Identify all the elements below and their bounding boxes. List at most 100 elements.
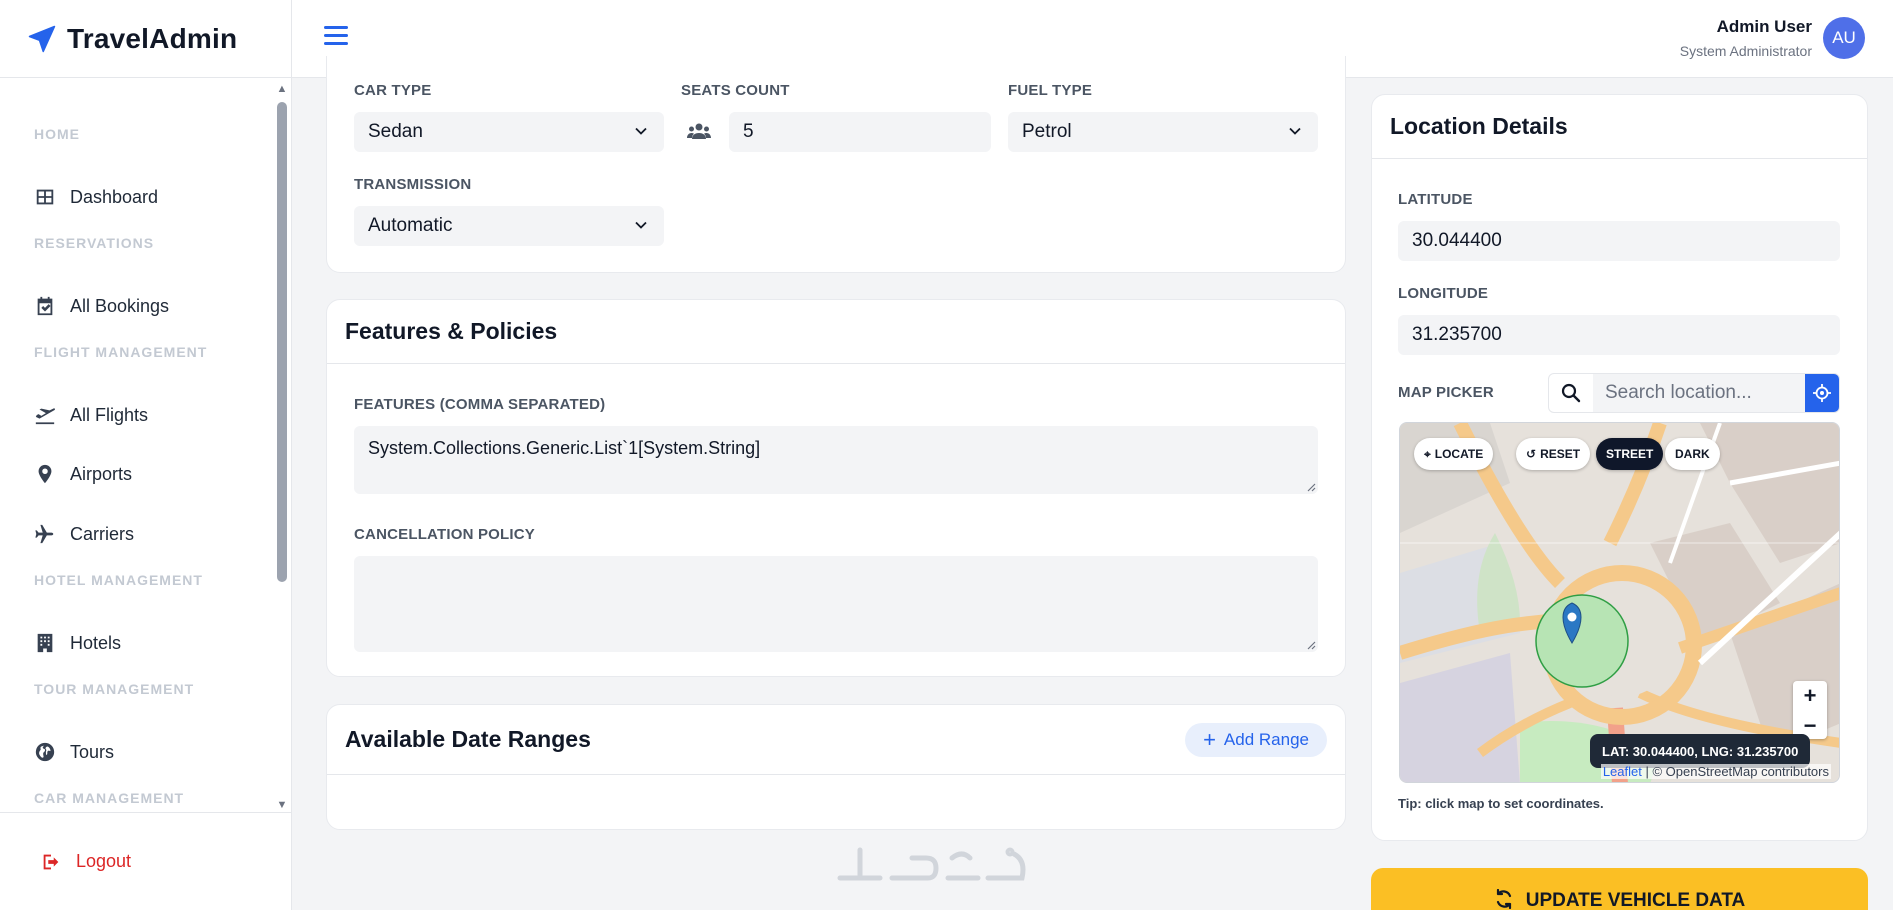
- zoom-controls: + −: [1793, 681, 1827, 739]
- scrollbar-thumb[interactable]: [277, 102, 287, 582]
- map-attribution: Leaflet | © OpenStreetMap contributors: [1600, 764, 1831, 779]
- plane-departure-icon: [35, 408, 55, 425]
- brand[interactable]: TravelAdmin: [0, 0, 291, 78]
- nav-section-car-management: CAR MANAGEMENT: [34, 790, 185, 806]
- sidebar-item-all-flights[interactable]: All Flights: [0, 400, 148, 430]
- coordinates-readout: LAT: 30.044400, LNG: 31.235700: [1590, 734, 1811, 768]
- map-search: Search location...: [1548, 373, 1840, 413]
- sidebar-item-dashboard[interactable]: Dashboard: [0, 182, 158, 212]
- sidebar-item-airports[interactable]: Airports: [0, 459, 132, 489]
- update-vehicle-label: UPDATE VEHICLE DATA: [1525, 890, 1746, 910]
- logout-button[interactable]: Logout: [0, 812, 291, 910]
- sidebar-item-label: Tours: [70, 741, 115, 762]
- car-type-label: CAR TYPE: [354, 82, 432, 99]
- map-tip: Tip: click map to set coordinates.: [1398, 796, 1604, 811]
- latitude-value: 30.044400: [1412, 230, 1502, 251]
- cancellation-policy-label: CANCELLATION POLICY: [354, 526, 536, 543]
- features-value: System.Collections.Generic.List`1[System…: [368, 438, 761, 458]
- dark-layer-button[interactable]: DARK: [1665, 438, 1720, 470]
- resize-handle-icon[interactable]: [1306, 640, 1316, 650]
- reset-button[interactable]: ↺ RESET: [1516, 438, 1591, 470]
- chevron-down-icon: [635, 127, 647, 135]
- menu-toggle-icon[interactable]: [324, 26, 348, 50]
- chevron-down-icon: [635, 221, 647, 229]
- map-pin-icon: [38, 464, 52, 484]
- longitude-label: LONGITUDE: [1398, 285, 1489, 302]
- watermark-logo: [837, 847, 1026, 881]
- sidebar-item-label: Hotels: [70, 632, 122, 653]
- sign-out-icon: [43, 854, 59, 869]
- map-picker-label: MAP PICKER: [1398, 384, 1494, 401]
- undo-icon: ↺: [1526, 447, 1537, 461]
- features-label: FEATURES (COMMA SEPARATED): [354, 396, 606, 413]
- longitude-input[interactable]: 31.235700: [1398, 315, 1840, 355]
- map-picker[interactable]: ⌖ LOCATE ↺ RESET STREET DARK + − LAT: 30…: [1399, 422, 1840, 783]
- scroll-down-arrow-icon[interactable]: ▼: [276, 800, 288, 811]
- fuel-type-value: Petrol: [1022, 121, 1072, 142]
- resize-handle-icon[interactable]: [1306, 482, 1316, 492]
- nav-section-tour-management: TOUR MANAGEMENT: [34, 681, 195, 697]
- building-icon: [37, 633, 53, 653]
- car-type-value: Sedan: [368, 121, 423, 142]
- chevron-down-icon: [1289, 127, 1301, 135]
- latitude-input[interactable]: 30.044400: [1398, 221, 1840, 261]
- leaflet-link[interactable]: Leaflet: [1603, 764, 1642, 779]
- crosshair-icon: ⌖: [1424, 446, 1431, 461]
- cancellation-policy-textarea[interactable]: [354, 556, 1318, 652]
- sidebar-nav: HOME Dashboard RESERVATIONS All Bookings…: [0, 78, 278, 811]
- sidebar-item-tours[interactable]: Tours: [0, 737, 114, 767]
- users-icon: [681, 112, 717, 152]
- avatar[interactable]: AU: [1823, 17, 1865, 59]
- globe-icon: [35, 742, 55, 762]
- sidebar-item-label: All Flights: [70, 404, 149, 425]
- logout-label: Logout: [76, 851, 132, 871]
- sidebar-item-all-bookings[interactable]: All Bookings: [0, 291, 169, 321]
- zoom-in-button[interactable]: +: [1793, 681, 1827, 711]
- search-icon[interactable]: [1549, 374, 1593, 412]
- sidebar-item-label: Airports: [70, 463, 133, 484]
- crosshair-locate-button[interactable]: [1805, 374, 1839, 412]
- card-title: Location Details: [1372, 95, 1867, 159]
- paper-plane-icon: [28, 25, 56, 52]
- scroll-up-arrow-icon[interactable]: ▲: [276, 84, 288, 95]
- sidebar-item-hotels[interactable]: Hotels: [0, 628, 121, 658]
- seats-count-label: SEATS COUNT: [681, 82, 790, 99]
- dark-label: DARK: [1675, 447, 1710, 461]
- brand-name: TravelAdmin: [67, 22, 238, 54]
- plus-icon: +: [1203, 727, 1216, 752]
- street-layer-button[interactable]: STREET: [1596, 438, 1664, 470]
- transmission-label: TRANSMISSION: [354, 176, 472, 193]
- map-tiles: [1400, 423, 1839, 782]
- sidebar-item-label: Dashboard: [70, 186, 159, 207]
- user-role: System Administrator: [1679, 43, 1812, 59]
- transmission-value: Automatic: [368, 215, 453, 236]
- transmission-select[interactable]: Automatic: [354, 206, 664, 246]
- sidebar-item-carriers[interactable]: Carriers: [0, 519, 134, 549]
- nav-section-hotel-management: HOTEL MANAGEMENT: [34, 572, 203, 588]
- locate-label: LOCATE: [1434, 447, 1484, 461]
- sidebar-item-label: All Bookings: [70, 295, 170, 316]
- car-type-select[interactable]: Sedan: [354, 112, 664, 152]
- update-vehicle-button[interactable]: UPDATE VEHICLE DATA: [1371, 868, 1868, 910]
- reset-label: RESET: [1540, 447, 1581, 461]
- longitude-value: 31.235700: [1412, 324, 1502, 345]
- features-textarea[interactable]: System.Collections.Generic.List`1[System…: [354, 426, 1318, 494]
- plane-icon: [35, 524, 54, 544]
- locate-button[interactable]: ⌖ LOCATE: [1414, 438, 1494, 470]
- seats-count-input[interactable]: 5: [729, 112, 991, 152]
- card-title: Features & Policies: [327, 300, 1345, 364]
- search-location-input[interactable]: Search location...: [1593, 374, 1805, 412]
- osm-attribution: | © OpenStreetMap contributors: [1645, 764, 1830, 779]
- nav-section-reservations: RESERVATIONS: [34, 235, 155, 251]
- add-range-label: Add Range: [1223, 730, 1309, 749]
- refresh-icon: [1496, 889, 1511, 909]
- vehicle-specs-card: CAR TYPE Sedan SEATS COUNT 5 FUEL TYPE P…: [326, 56, 1346, 273]
- add-range-button[interactable]: + Add Range: [1185, 723, 1327, 757]
- grid-icon: [36, 189, 54, 205]
- latitude-label: LATITUDE: [1398, 191, 1473, 208]
- sidebar-scrollbar[interactable]: ▲ ▼: [276, 82, 288, 811]
- nav-section-home: HOME: [34, 126, 80, 142]
- user-info[interactable]: Admin User System Administrator: [1680, 17, 1812, 59]
- sidebar-item-label: Carriers: [70, 523, 135, 544]
- fuel-type-select[interactable]: Petrol: [1008, 112, 1318, 152]
